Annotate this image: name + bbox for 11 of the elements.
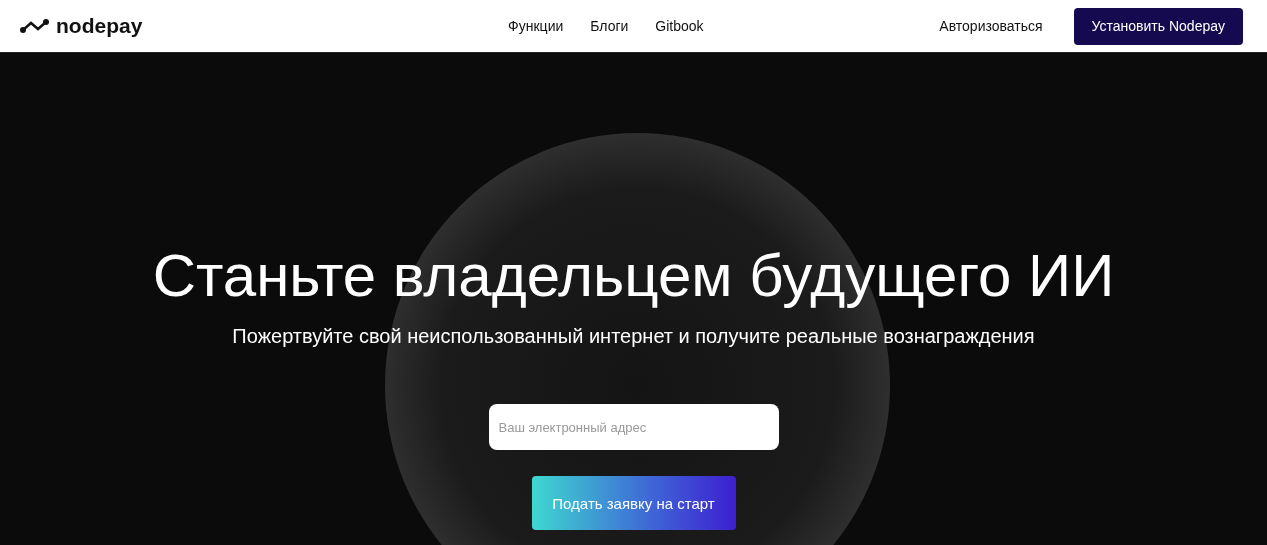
login-link[interactable]: Авторизоваться [939,18,1043,34]
submit-button[interactable]: Подать заявку на старт [531,476,736,530]
install-button[interactable]: Установить Nodepay [1073,7,1243,45]
nav-link[interactable]: Блоги [590,18,629,34]
nav-link[interactable]: Функции [508,18,564,34]
hero-subtitle: Пожертвуйте свой неиспользованный интернет и получите реальные вознаграждения [232,325,1035,348]
nav-link[interactable]: Gitbook [655,18,704,34]
logo-text: nodepay [56,14,143,38]
hero-title: Станьте владельцем будущего ИИ [152,241,1115,311]
email-field[interactable]: Ваш электронный адрес [488,404,779,450]
logo-icon [20,19,50,33]
